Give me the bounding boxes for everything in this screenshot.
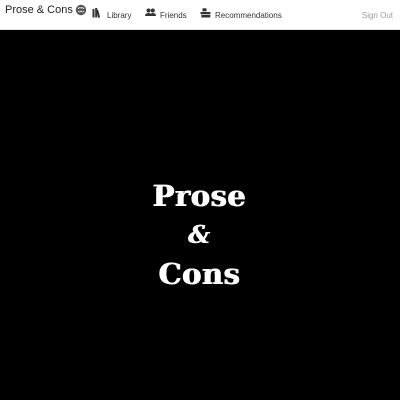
nav-item-friends-label: Friends (160, 11, 187, 20)
hero-title-line-1: Prose (153, 179, 247, 213)
hero-title: Prose & Cons (0, 175, 400, 295)
hero-title-line-3: Cons (159, 257, 241, 291)
top-navbar: Prose & Cons Library Friends Recommendat… (0, 0, 400, 30)
brain-icon (75, 4, 87, 16)
books-icon (92, 8, 103, 18)
people-icon (145, 8, 156, 18)
nav-item-recommendations-label: Recommendations (215, 11, 282, 20)
nav-item-recommendations[interactable]: Recommendations (200, 8, 282, 20)
brand-link[interactable]: Prose & Cons (5, 4, 87, 16)
hero-title-line-2: & (188, 220, 212, 249)
nav-item-library[interactable]: Library (92, 8, 132, 20)
hero-banner: Prose & Cons (0, 30, 400, 400)
sign-out-link[interactable]: Sign Out (362, 11, 393, 20)
nav-item-friends[interactable]: Friends (145, 8, 187, 20)
brand-label: Prose & Cons (5, 4, 73, 16)
nav-item-library-label: Library (107, 11, 132, 20)
books-stack-icon (200, 8, 211, 18)
